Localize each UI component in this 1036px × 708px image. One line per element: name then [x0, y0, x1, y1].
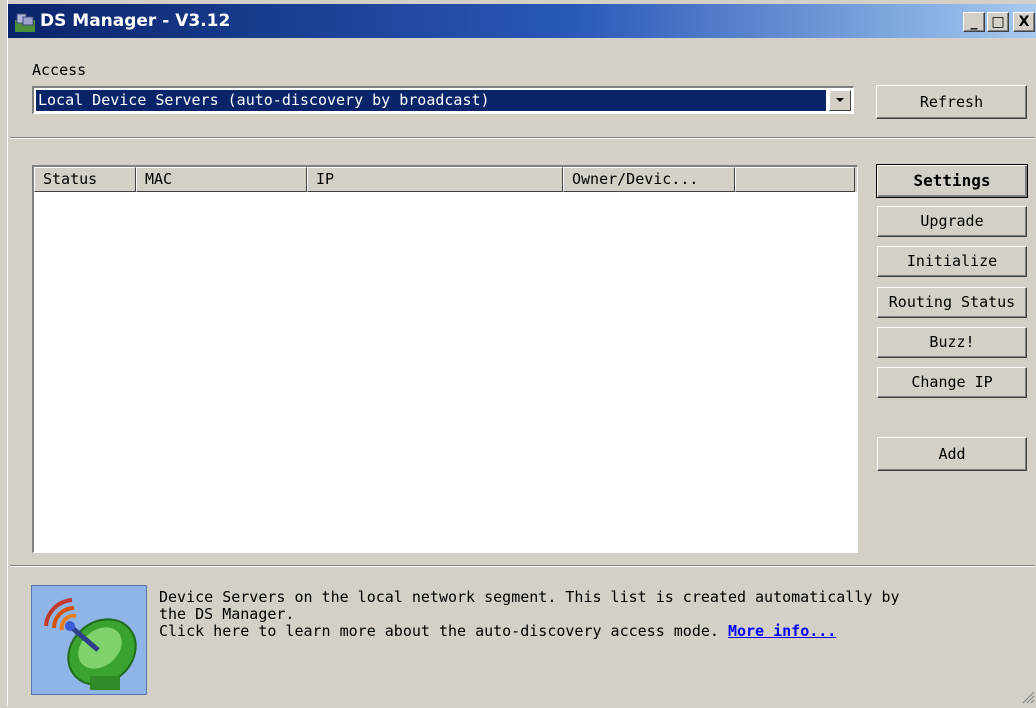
info-line-1: Device Servers on the local network segm… — [159, 588, 900, 606]
change-ip-button[interactable]: Change IP — [877, 367, 1027, 398]
window-title: DS Manager - V3.12 — [40, 11, 231, 31]
resize-grip-icon[interactable] — [1021, 690, 1035, 704]
column-header-mac[interactable]: MAC — [136, 167, 307, 192]
refresh-button[interactable]: Refresh — [876, 85, 1027, 119]
add-button[interactable]: Add — [877, 437, 1027, 471]
info-line-3: Click here to learn more about the auto-… — [159, 623, 1029, 640]
divider — [10, 565, 1035, 567]
title-bar[interactable]: DS Manager - V3.12 _ □ X — [8, 4, 1036, 38]
access-mode-select[interactable]: Local Device Servers (auto-discovery by … — [32, 86, 854, 114]
info-text: Device Servers on the local network segm… — [159, 589, 1029, 640]
divider — [10, 137, 1035, 139]
buzz-button[interactable]: Buzz! — [877, 327, 1027, 358]
column-header-status[interactable]: Status — [34, 167, 136, 192]
app-window: DS Manager - V3.12 _ □ X Access Local De… — [7, 0, 1036, 706]
info-line-2: the DS Manager. — [159, 605, 295, 623]
column-header-owner[interactable]: Owner/Devic... — [563, 167, 735, 192]
maximize-button[interactable]: □ — [987, 12, 1009, 32]
info-line-3-text: Click here to learn more about the auto-… — [159, 622, 719, 640]
satellite-dish-icon[interactable] — [31, 585, 147, 695]
access-label: Access — [32, 61, 87, 79]
column-header-ip[interactable]: IP — [307, 167, 563, 192]
access-mode-value: Local Device Servers (auto-discovery by … — [36, 90, 826, 111]
app-icon — [14, 11, 36, 33]
list-header: Status MAC IP Owner/Devic... — [34, 167, 857, 192]
minimize-button[interactable]: _ — [963, 12, 985, 32]
routing-status-button[interactable]: Routing Status — [877, 287, 1027, 318]
more-info-link[interactable]: More info... — [728, 622, 836, 640]
close-button[interactable]: X — [1013, 12, 1035, 32]
settings-button[interactable]: Settings — [876, 164, 1028, 198]
column-header-extra[interactable] — [735, 167, 855, 192]
upgrade-button[interactable]: Upgrade — [877, 206, 1027, 237]
dropdown-arrow-icon[interactable] — [829, 90, 851, 111]
initialize-button[interactable]: Initialize — [877, 246, 1027, 277]
device-list[interactable]: Status MAC IP Owner/Devic... — [32, 165, 858, 553]
